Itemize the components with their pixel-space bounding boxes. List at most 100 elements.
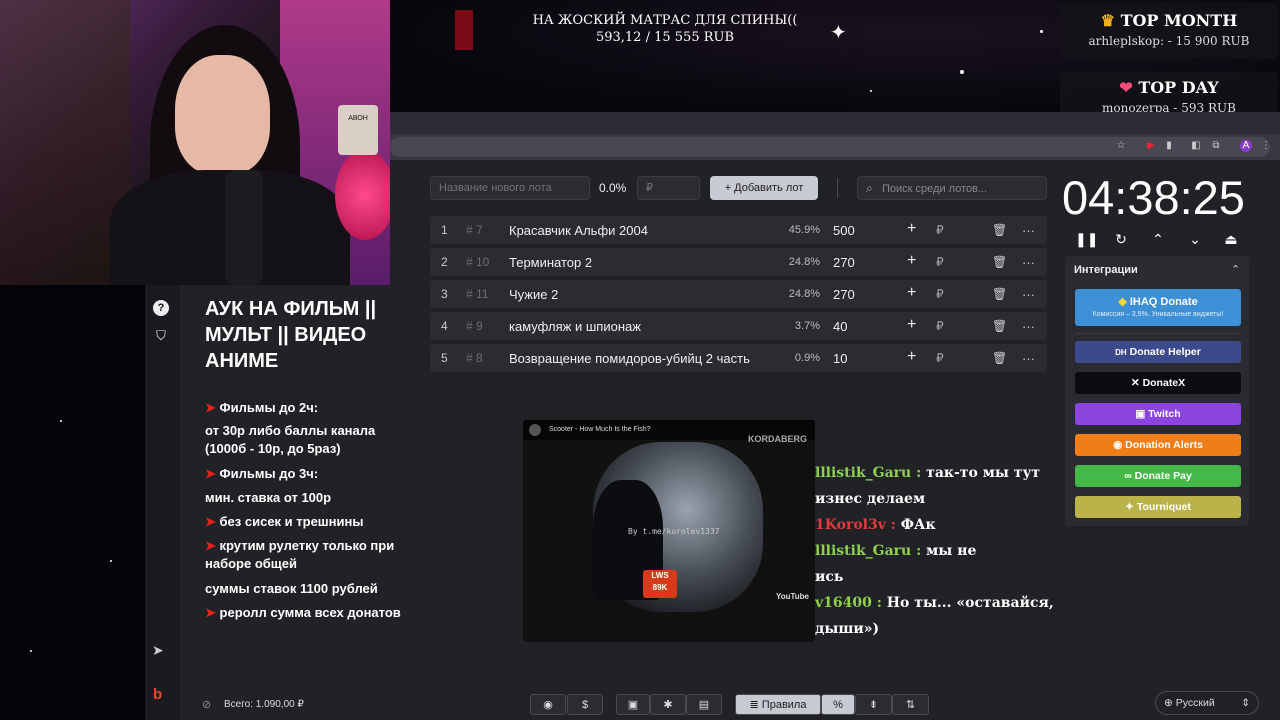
lot-amount[interactable]: 10: [833, 351, 847, 366]
youtube-logo[interactable]: YouTube: [776, 592, 809, 601]
more-icon[interactable]: ···: [1022, 351, 1035, 366]
donate-pay-icon: ∞: [1124, 470, 1132, 482]
twitch-button[interactable]: ▣ Twitch: [1075, 403, 1241, 425]
search-placeholder: Поиск среди лотов...: [882, 183, 988, 195]
ihaq-donate-button[interactable]: ◆ IHAQ Donate Комиссия – 3,5%. Уникальны…: [1075, 289, 1241, 326]
boosty-icon[interactable]: b: [153, 686, 162, 703]
lot-name[interactable]: Чужие 2: [509, 287, 558, 302]
extensions-icon[interactable]: ⧉: [1210, 140, 1222, 152]
chat-message: 1Korol3v : ФАк: [815, 517, 936, 533]
lot-row[interactable]: 3 # 11 Чужие 2 24.8% 270 + ₽ 🗑 ···: [430, 280, 1047, 308]
lot-amount[interactable]: 270: [833, 255, 855, 270]
address-bar[interactable]: [390, 137, 1270, 157]
add-lot-button[interactable]: + Добавить лот: [710, 176, 818, 200]
rule-line: ➤ Фильмы до 2ч:: [205, 400, 319, 415]
sparkle-icon: ✦: [830, 22, 847, 44]
tourniquet-button[interactable]: ✦ Tourniquet: [1075, 496, 1241, 518]
ext-icon[interactable]: ▮: [1163, 140, 1175, 152]
lot-percent: 3.7%: [794, 320, 820, 332]
video-player[interactable]: Scooter - How Much Is the Fish? KORDABER…: [523, 420, 815, 642]
donate-pay-button[interactable]: ∞ Donate Pay: [1075, 465, 1241, 487]
rub-icon[interactable]: ₽: [936, 351, 944, 365]
plus-icon[interactable]: +: [907, 316, 916, 334]
percent-toggle[interactable]: %: [821, 694, 855, 715]
delete-all-icon[interactable]: ▤: [686, 694, 722, 715]
lot-name[interactable]: Возвращение помидоров-убийц 2 часть: [509, 351, 750, 366]
lot-row[interactable]: 1 # 7 Красавчик Альфи 2004 45.9% 500 + ₽…: [430, 216, 1047, 244]
trash-icon[interactable]: 🗑: [992, 287, 1007, 301]
language-select[interactable]: ⊕ Русский ⇕: [1155, 691, 1259, 715]
plus-icon[interactable]: +: [907, 220, 916, 238]
rub-icon[interactable]: ₽: [936, 223, 944, 237]
lot-name[interactable]: камуфляж и шпионаж: [509, 319, 641, 334]
trash-icon[interactable]: 🗑: [992, 255, 1007, 269]
chevron-down-icon[interactable]: ⌄: [1186, 230, 1204, 248]
eye-off-icon[interactable]: ⊘: [202, 698, 211, 711]
trash-icon[interactable]: 🗑: [992, 351, 1007, 365]
new-lot-name-input[interactable]: [430, 176, 590, 200]
rub-icon[interactable]: ₽: [936, 319, 944, 333]
donate-helper-button[interactable]: DH Donate Helper: [1075, 341, 1241, 363]
lot-index: 3: [441, 287, 448, 301]
stream-starfield-left: [0, 285, 145, 720]
telegram-icon[interactable]: ➤: [152, 642, 164, 659]
menu-icon[interactable]: ⋮: [1260, 140, 1272, 152]
collapse-icon[interactable]: ⏏: [1222, 230, 1240, 248]
channel-avatar: [529, 424, 541, 436]
more-icon[interactable]: ···: [1022, 223, 1035, 238]
more-icon[interactable]: ···: [1022, 319, 1035, 334]
rub-icon[interactable]: ₽: [936, 287, 944, 301]
pause-icon[interactable]: ❚❚: [1075, 230, 1098, 248]
shield-icon[interactable]: ⛉: [153, 328, 169, 344]
chat-message: ись: [815, 569, 844, 585]
ext-icon[interactable]: ◧: [1190, 140, 1202, 152]
lot-index: 1: [441, 223, 448, 237]
browser-tabbar: [390, 112, 1280, 134]
donatex-button[interactable]: ✕ DonateX: [1075, 372, 1241, 394]
trash-icon[interactable]: 🗑: [992, 223, 1007, 237]
lot-amount[interactable]: 40: [833, 319, 847, 334]
chat-message: lllistik_Garu : мы не: [815, 543, 977, 559]
lot-row[interactable]: 4 # 9 камуфляж и шпионаж 3.7% 40 + ₽ 🗑 ·…: [430, 312, 1047, 340]
auction-title: АУК НА ФИЛЬМ || МУЛЬТ || ВИДЕО АНИМЕ: [205, 298, 377, 372]
star-bookmark-icon[interactable]: ☆: [1115, 140, 1127, 152]
lot-index: 5: [441, 351, 448, 365]
split-icon[interactable]: ⇟: [855, 694, 892, 715]
chevron-up-icon[interactable]: ⌃: [1149, 230, 1167, 248]
trash-icon[interactable]: 🗑: [992, 319, 1007, 333]
profile-avatar[interactable]: A: [1240, 140, 1252, 152]
plus-icon[interactable]: +: [907, 252, 916, 270]
more-icon[interactable]: ···: [1022, 255, 1035, 270]
star: [30, 650, 32, 652]
lot-percent: 24.8%: [788, 288, 820, 300]
lot-row[interactable]: 5 # 8 Возвращение помидоров-убийц 2 част…: [430, 344, 1047, 372]
search-lots-input[interactable]: ⌕ Поиск среди лотов...: [857, 176, 1047, 200]
sort-icon[interactable]: ⇅: [892, 694, 929, 715]
rules-button[interactable]: ≣ Правила: [735, 694, 821, 715]
lot-amount[interactable]: 500: [833, 223, 855, 238]
lot-amount[interactable]: 270: [833, 287, 855, 302]
rub-icon[interactable]: ₽: [936, 255, 944, 269]
new-lot-amount-input[interactable]: [637, 176, 700, 200]
webcam-feed: АВОН: [0, 0, 390, 285]
save-icon[interactable]: ▣: [616, 694, 650, 715]
rule-line: ➤ без сисек и трешнины: [205, 514, 364, 529]
chat-message: дыши»): [815, 621, 880, 637]
x-icon: ✕: [1130, 377, 1140, 389]
bug-icon[interactable]: ✱: [650, 694, 686, 715]
globe-icon: ⊕: [1164, 697, 1173, 709]
star: [110, 560, 112, 562]
github-icon[interactable]: ◉: [530, 694, 566, 715]
more-icon[interactable]: ···: [1022, 287, 1035, 302]
donation-alerts-button[interactable]: ◉ Donation Alerts: [1075, 434, 1241, 456]
reset-icon[interactable]: ↻: [1112, 230, 1130, 248]
plus-icon[interactable]: +: [907, 348, 916, 366]
lot-name[interactable]: Красавчик Альфи 2004: [509, 223, 648, 238]
youtube-ext-icon[interactable]: ▶: [1145, 140, 1157, 152]
lot-row[interactable]: 2 # 10 Терминатор 2 24.8% 270 + ₽ 🗑 ···: [430, 248, 1047, 276]
plus-icon[interactable]: +: [907, 284, 916, 302]
dollar-icon[interactable]: $: [567, 694, 603, 715]
help-icon[interactable]: ?: [153, 300, 169, 316]
chevron-up-icon[interactable]: ⌃: [1231, 263, 1240, 276]
lot-name[interactable]: Терминатор 2: [509, 255, 592, 270]
